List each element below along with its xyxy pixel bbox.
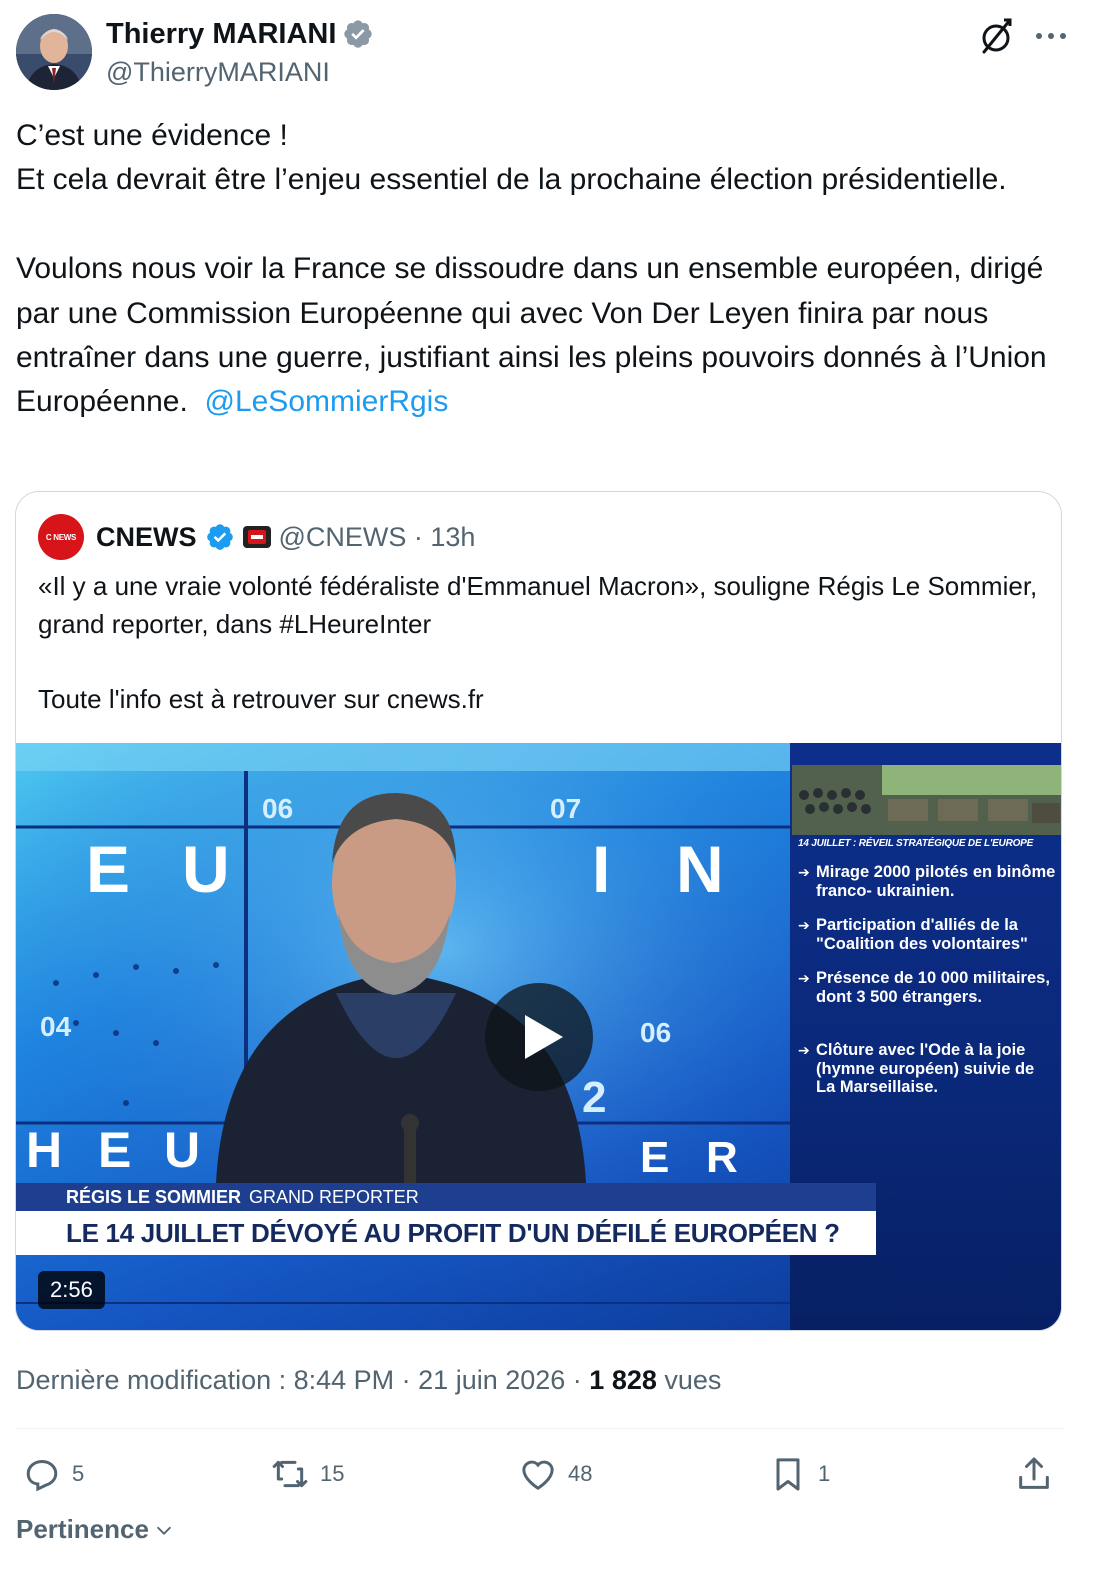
studio-number: 06 [640,1017,672,1048]
reply-button[interactable]: 5 [22,1450,84,1498]
quoted-tweet-text: «Il y a une vraie volonté fédéraliste d'… [38,571,1038,714]
side-panel-item: Mirage 2000 pilotés en binôme franco- uk… [798,863,1058,900]
views-count: 1 828 [589,1365,657,1395]
guest-role: GRAND REPORTER [249,1187,419,1207]
studio-letter: E [640,1133,670,1182]
studio-letter: H [26,1122,63,1178]
repost-icon [272,1460,308,1488]
repost-count: 15 [320,1461,345,1486]
action-bar: 5 15 48 1 [16,1450,1064,1498]
tweet-header: Thierry MARIANI @ThierryMARIANI [16,14,1080,92]
guest-name: RÉGIS LE SOMMIER [66,1187,242,1207]
share-icon [1019,1457,1049,1489]
verified-badge-icon [206,524,233,550]
more-options-icon[interactable] [1029,18,1073,54]
grok-icon[interactable] [976,16,1016,56]
play-icon [525,1015,563,1059]
tweet-body: C’est une évidence ! Et cela devrait êtr… [16,119,1047,419]
parade-photo [792,765,1061,835]
repost-button[interactable]: 15 [270,1450,344,1498]
studio-letter: E [98,1122,132,1178]
studio-letter: N [676,832,724,906]
studio-letter: R [706,1133,738,1182]
author-handle[interactable]: @ThierryMARIANI [106,54,374,90]
reply-count: 5 [72,1461,85,1486]
studio-letter: U [182,832,230,906]
share-button[interactable] [1014,1450,1054,1498]
side-panel-item: Présence de 10 000 militaires, dont 3 50… [798,969,1058,1006]
studio-letter: I [592,832,611,906]
affiliate-badge-icon [242,526,271,548]
side-panel-item: Clôture avec l'Ode à la joie (hymne euro… [798,1041,1058,1097]
side-panel-title: 14 JUILLET : RÉVEIL STRATÉGIQUE DE L'EUR… [798,838,1034,849]
quoted-handle-time[interactable]: @CNEWS · 13h [279,522,476,553]
avatar-photo [16,14,92,90]
like-count: 48 [568,1461,593,1486]
sort-dropdown[interactable]: Pertinence [16,1514,175,1545]
bookmark-count: 1 [818,1461,831,1486]
studio-letter: U [164,1122,201,1178]
author-display-name-text[interactable]: Thierry MARIANI [106,16,336,52]
studio-number: 06 [262,793,294,824]
side-panel-item: Participation d'alliés de la "Coalition … [798,916,1058,953]
author-avatar[interactable] [16,14,92,90]
like-button[interactable]: 48 [518,1450,592,1498]
views-label: vues [656,1365,722,1395]
tweet-meta: Dernière modification : 8:44 PM · 21 jui… [16,1360,721,1400]
verified-badge-icon[interactable] [342,18,374,50]
studio-letter: E [86,832,131,906]
chevron-down-icon [156,1526,172,1535]
lower-third-headline: LE 14 JUILLET DÉVOYÉ AU PROFIT D'UN DÉFI… [16,1211,876,1255]
lower-third-name: RÉGIS LE SOMMIER GRAND REPORTER [16,1183,876,1211]
sort-label: Pertinence [16,1514,149,1544]
video-player[interactable]: E U I N H E U E R 06 07 04 06 2 14 JUILL… [16,743,1061,1330]
author-display-name[interactable]: Thierry MARIANI [106,16,374,52]
tweet-text: C’est une évidence ! Et cela devrait êtr… [16,114,1080,425]
studio-number: 04 [40,1011,72,1042]
author-name-block: Thierry MARIANI @ThierryMARIANI [106,16,374,90]
video-duration: 2:56 [38,1271,105,1309]
play-button[interactable] [485,983,593,1091]
heart-icon [522,1460,554,1490]
mention-link[interactable]: @LeSommierRgis [204,385,448,418]
studio-number: 07 [550,793,582,824]
divider [16,1428,1064,1429]
quoted-tweet-header: C NEWS CNEWS @CNEWS · 13h [38,514,475,560]
quoted-display-name[interactable]: CNEWS [96,522,197,553]
quoted-tweet[interactable]: C NEWS CNEWS @CNEWS · 13h «Il y a une vr… [15,491,1062,1331]
bookmark-icon [776,1458,800,1491]
reply-icon [26,1459,58,1492]
cnews-logo[interactable]: C NEWS [38,514,84,560]
bookmark-button[interactable]: 1 [768,1450,830,1498]
edit-timestamp[interactable]: Dernière modification : 8:44 PM · 21 jui… [16,1365,589,1395]
